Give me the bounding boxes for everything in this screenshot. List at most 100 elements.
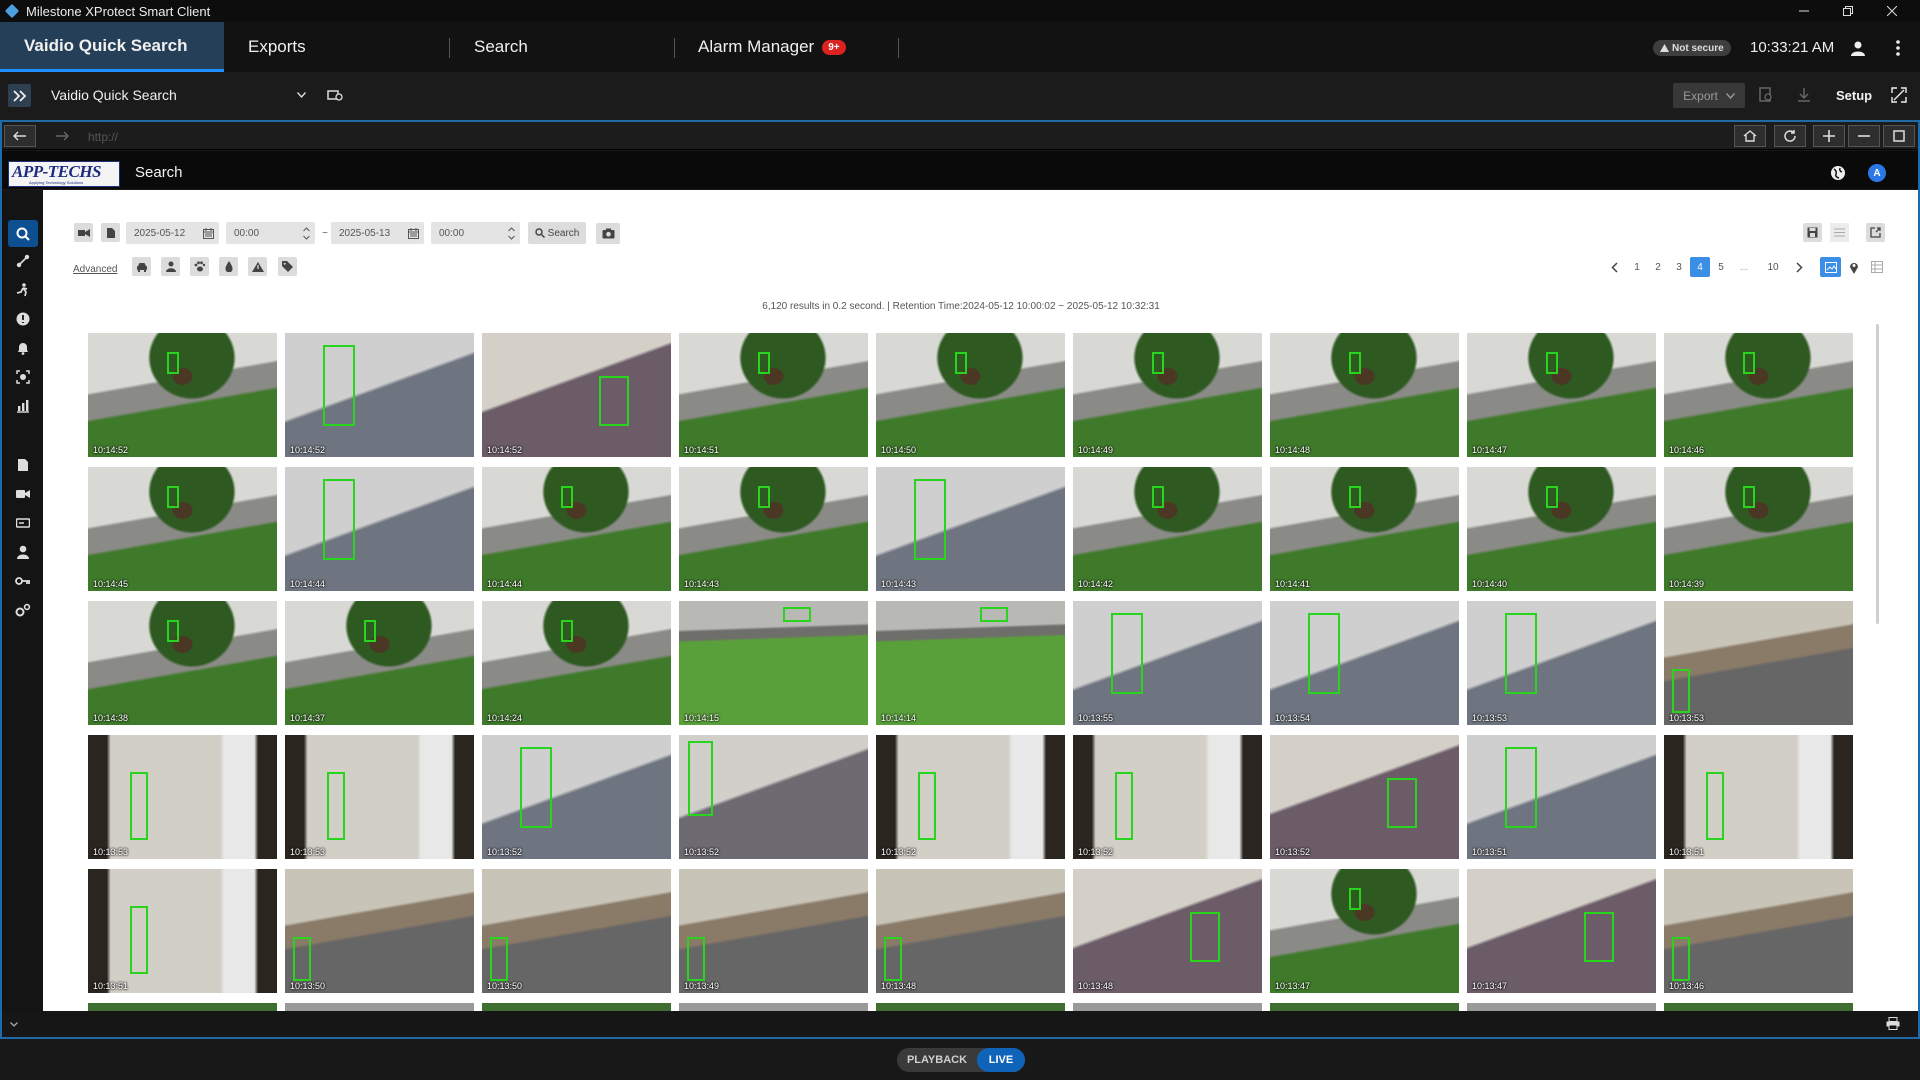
camera-settings-icon[interactable] bbox=[326, 86, 344, 104]
snapshot-search-icon[interactable] bbox=[596, 223, 620, 244]
result-thumbnail[interactable]: 10:13:51 bbox=[1467, 735, 1656, 859]
result-thumbnail[interactable]: 10:14:42 bbox=[1073, 467, 1262, 591]
sidebar-item-face[interactable] bbox=[14, 368, 32, 386]
tag-filter-icon[interactable] bbox=[278, 257, 297, 276]
result-thumbnail[interactable]: 10:14:50 bbox=[876, 333, 1065, 457]
url-field[interactable]: http:// bbox=[88, 130, 118, 144]
result-thumbnail[interactable]: 10:14:24 bbox=[482, 601, 671, 725]
home-icon[interactable] bbox=[1734, 125, 1766, 147]
tab-search[interactable]: Search bbox=[474, 22, 528, 72]
result-thumbnail[interactable]: 10:13:47 bbox=[1467, 869, 1656, 993]
sidebar-item-person-motion[interactable] bbox=[14, 281, 32, 299]
color-filter-icon[interactable] bbox=[219, 257, 238, 276]
result-thumbnail[interactable]: 10:13:52 bbox=[1073, 735, 1262, 859]
result-thumbnail[interactable]: 10:13:51 bbox=[88, 869, 277, 993]
warning-filter-icon[interactable] bbox=[248, 257, 267, 276]
save-search-icon[interactable] bbox=[1803, 223, 1822, 242]
page-2[interactable]: 2 bbox=[1648, 257, 1668, 277]
result-thumbnail[interactable]: 10:14:49 bbox=[1073, 333, 1262, 457]
chevron-down-icon[interactable] bbox=[8, 1018, 20, 1030]
sidebar-item-notifications[interactable] bbox=[14, 339, 32, 357]
result-thumbnail[interactable]: 10:13:52 bbox=[1270, 735, 1459, 859]
result-thumbnail[interactable]: 10:14:15 bbox=[679, 601, 868, 725]
result-thumbnail[interactable]: 10:13:52 bbox=[679, 735, 868, 859]
result-thumbnail[interactable]: 10:13:52 bbox=[876, 735, 1065, 859]
tab-exports[interactable]: Exports bbox=[248, 22, 306, 72]
fullscreen-icon[interactable] bbox=[1890, 86, 1908, 104]
avatar[interactable]: A bbox=[1868, 164, 1886, 182]
sidebar-item-tracking[interactable] bbox=[14, 252, 32, 270]
tab-alarm-manager[interactable]: Alarm Manager 9+ bbox=[698, 22, 846, 72]
result-thumbnail[interactable]: 10:14:52 bbox=[88, 333, 277, 457]
result-thumbnail[interactable]: 10:13:51 bbox=[1664, 735, 1853, 859]
time-stepper-icon[interactable] bbox=[507, 225, 515, 241]
sidebar-item-alerts[interactable] bbox=[14, 310, 32, 328]
result-thumbnail[interactable]: 10:13:55 bbox=[1073, 601, 1262, 725]
forward-icon[interactable] bbox=[46, 125, 78, 147]
share-export-icon[interactable] bbox=[1866, 223, 1885, 242]
restore-icon[interactable] bbox=[1826, 0, 1870, 22]
results-scrollbar[interactable] bbox=[1876, 324, 1879, 624]
export-dropdown[interactable]: Export bbox=[1673, 83, 1745, 108]
result-thumbnail[interactable]: 10:13:53 bbox=[1467, 601, 1656, 725]
globe-icon[interactable] bbox=[1829, 164, 1847, 182]
result-thumbnail[interactable]: 10:14:52 bbox=[285, 333, 474, 457]
result-thumbnail[interactable]: 10:14:44 bbox=[482, 467, 671, 591]
zoom-out-icon[interactable] bbox=[1848, 125, 1880, 147]
result-thumbnail[interactable]: 10:14:37 bbox=[285, 601, 474, 725]
result-thumbnail-partial[interactable] bbox=[679, 1003, 868, 1011]
result-thumbnail-partial[interactable] bbox=[88, 1003, 277, 1011]
result-thumbnail[interactable]: 10:14:43 bbox=[876, 467, 1065, 591]
result-thumbnail[interactable]: 10:13:50 bbox=[285, 869, 474, 993]
map-view-icon[interactable] bbox=[1846, 259, 1862, 275]
close-icon[interactable] bbox=[1870, 0, 1914, 22]
result-thumbnail[interactable]: 10:13:50 bbox=[482, 869, 671, 993]
sidebar-item-users[interactable] bbox=[14, 543, 32, 561]
result-thumbnail[interactable]: 10:13:49 bbox=[679, 869, 868, 993]
playback-mode-button[interactable]: PLAYBACK bbox=[897, 1054, 977, 1066]
more-options-icon[interactable] bbox=[1888, 38, 1908, 58]
page-4-current[interactable]: 4 bbox=[1690, 257, 1710, 277]
result-thumbnail-partial[interactable] bbox=[1270, 1003, 1459, 1011]
result-thumbnail-partial[interactable] bbox=[1467, 1003, 1656, 1011]
result-thumbnail[interactable]: 10:14:45 bbox=[88, 467, 277, 591]
chevron-down-icon[interactable] bbox=[294, 90, 308, 100]
result-thumbnail-partial[interactable] bbox=[285, 1003, 474, 1011]
camera-filter-icon[interactable] bbox=[74, 223, 93, 242]
result-thumbnail-partial[interactable] bbox=[876, 1003, 1065, 1011]
result-thumbnail[interactable]: 10:14:47 bbox=[1467, 333, 1656, 457]
sidebar-item-documents[interactable] bbox=[14, 456, 32, 474]
zoom-in-icon[interactable] bbox=[1813, 125, 1845, 147]
page-3[interactable]: 3 bbox=[1669, 257, 1689, 277]
result-thumbnail[interactable]: 10:13:53 bbox=[1664, 601, 1853, 725]
result-thumbnail[interactable]: 10:14:41 bbox=[1270, 467, 1459, 591]
result-thumbnail-partial[interactable] bbox=[1073, 1003, 1262, 1011]
result-thumbnail[interactable]: 10:13:46 bbox=[1664, 869, 1853, 993]
time-stepper-icon[interactable] bbox=[302, 225, 310, 241]
page-10[interactable]: 10 bbox=[1763, 257, 1783, 277]
result-thumbnail[interactable]: 10:14:48 bbox=[1270, 333, 1459, 457]
result-thumbnail[interactable]: 10:14:39 bbox=[1664, 467, 1853, 591]
sidebar-item-cameras[interactable] bbox=[14, 485, 32, 503]
refresh-icon[interactable] bbox=[1774, 125, 1806, 147]
result-thumbnail[interactable]: 10:13:52 bbox=[482, 735, 671, 859]
result-thumbnail[interactable]: 10:13:54 bbox=[1270, 601, 1459, 725]
sidebar-item-reports[interactable] bbox=[14, 397, 32, 415]
result-thumbnail-partial[interactable] bbox=[482, 1003, 671, 1011]
user-icon[interactable] bbox=[1848, 38, 1868, 58]
sidebar-item-search[interactable] bbox=[8, 220, 38, 247]
sidebar-item-license[interactable] bbox=[14, 572, 32, 590]
result-thumbnail[interactable]: 10:14:40 bbox=[1467, 467, 1656, 591]
calendar-icon[interactable] bbox=[406, 226, 420, 240]
download-icon[interactable] bbox=[1795, 86, 1813, 104]
advanced-link[interactable]: Advanced bbox=[73, 264, 117, 275]
playback-live-toggle[interactable]: PLAYBACK LIVE bbox=[897, 1048, 1025, 1072]
tab-vaidio-quick-search[interactable]: Vaidio Quick Search bbox=[0, 22, 224, 72]
vehicle-filter-icon[interactable] bbox=[132, 257, 151, 276]
result-thumbnail[interactable]: 10:14:38 bbox=[88, 601, 277, 725]
next-page-icon[interactable] bbox=[1791, 259, 1807, 275]
live-mode-button[interactable]: LIVE bbox=[977, 1048, 1025, 1072]
grid-view-icon[interactable] bbox=[1820, 257, 1841, 277]
animal-filter-icon[interactable] bbox=[190, 257, 209, 276]
sidebar-item-settings[interactable] bbox=[14, 601, 32, 619]
